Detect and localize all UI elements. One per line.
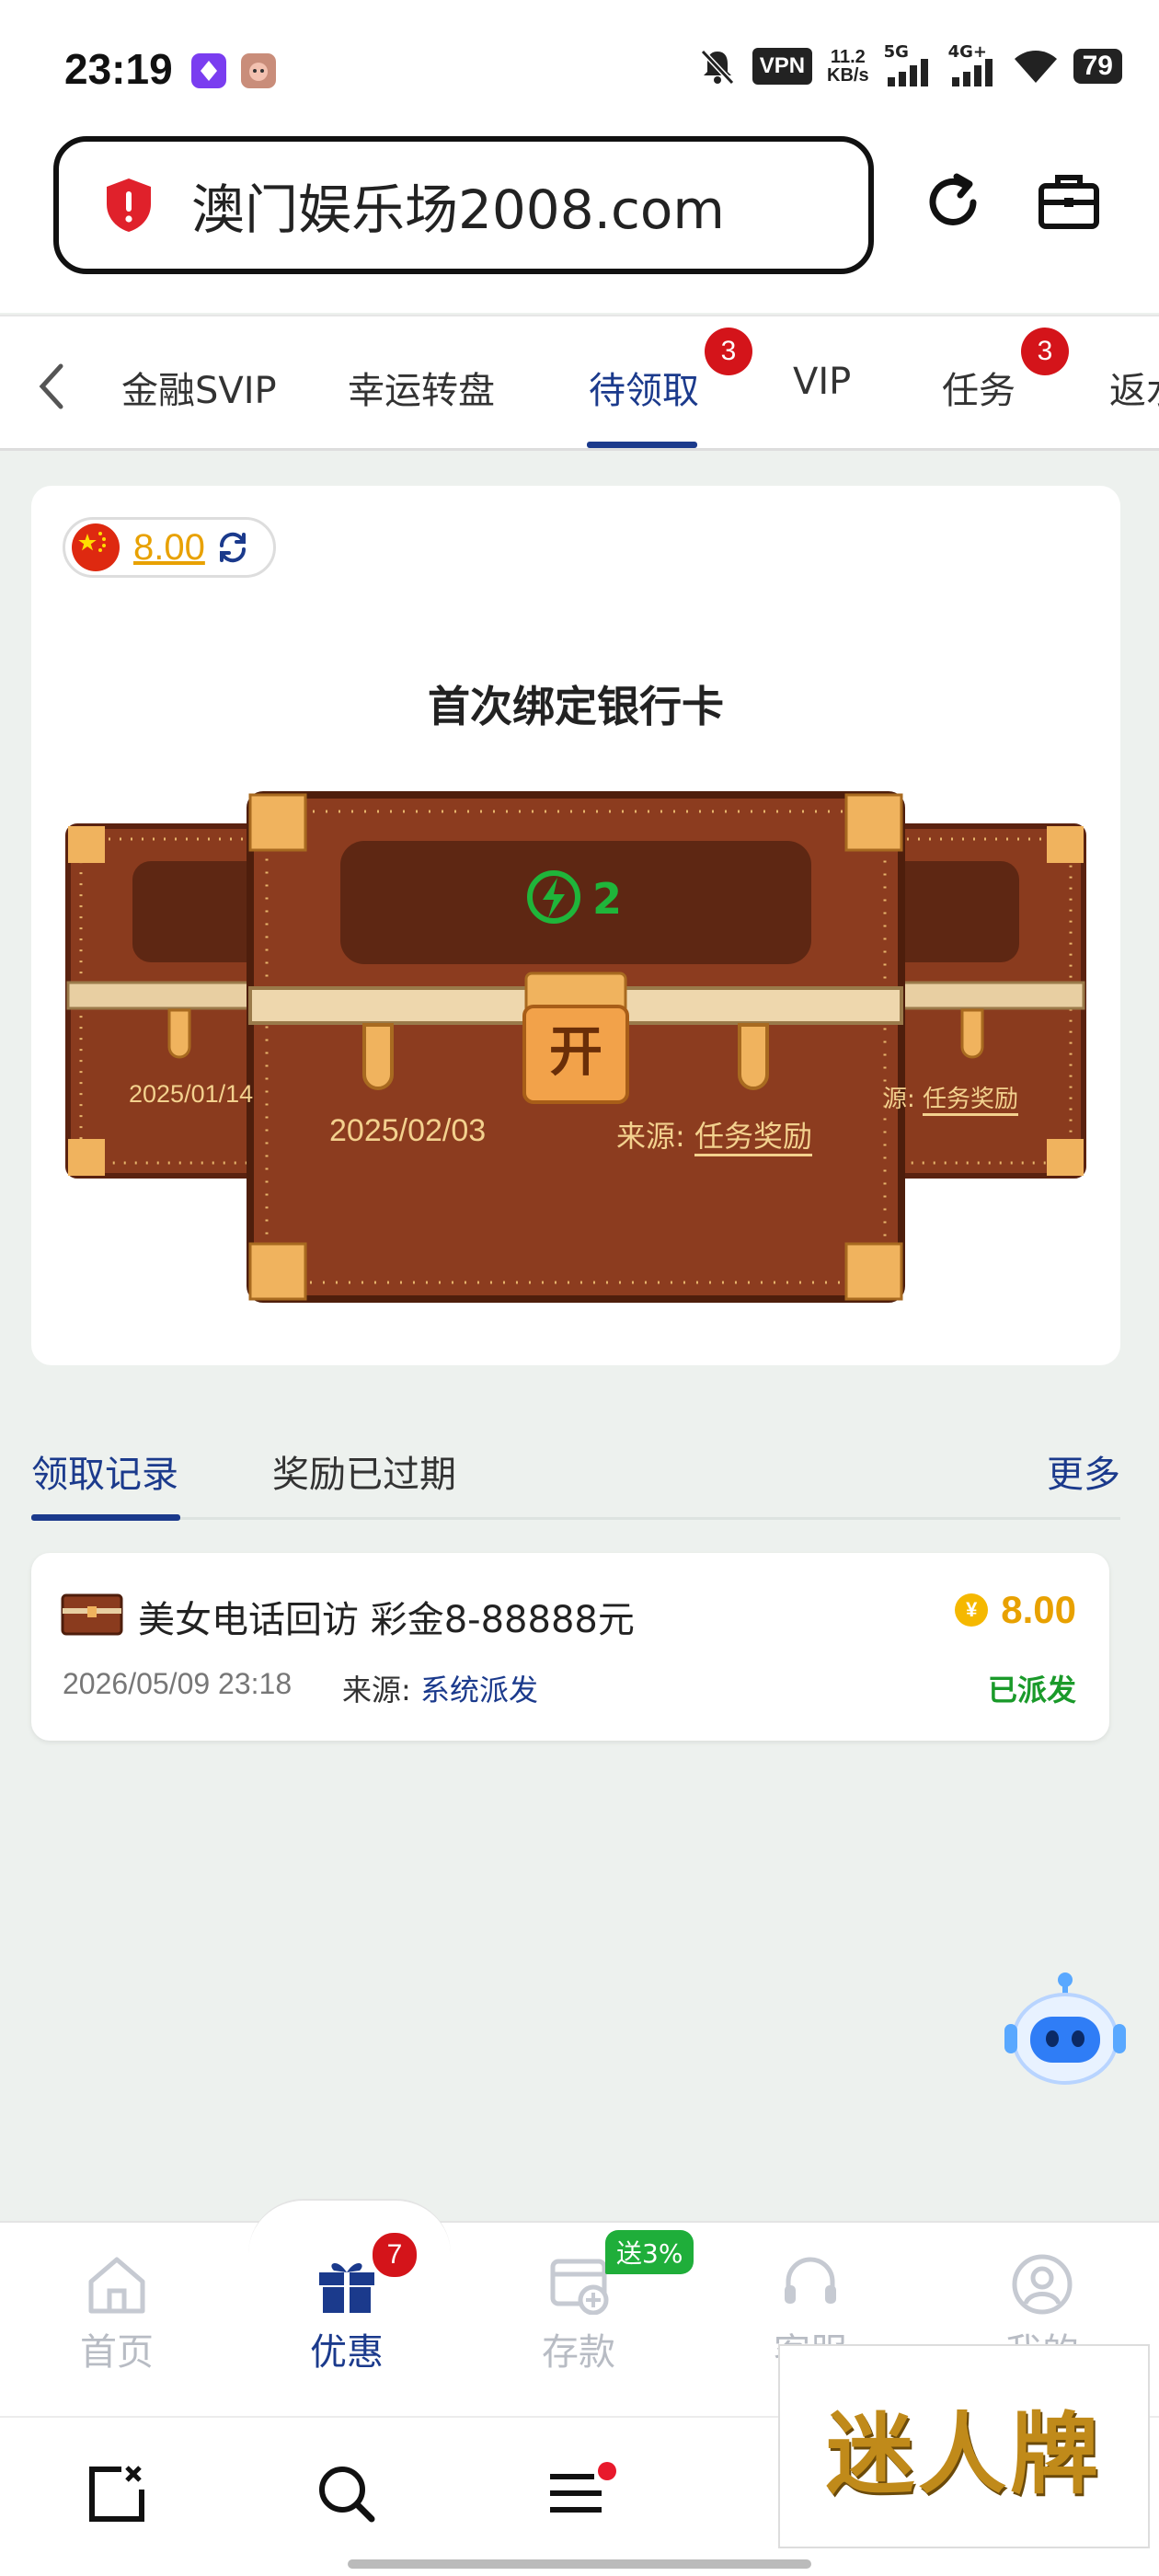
- deposit-icon: [550, 2259, 609, 2316]
- chest-source: 来源: 任务奖励: [616, 1113, 812, 1156]
- user-icon: [1012, 2254, 1073, 2315]
- chest-small-icon: [61, 1593, 123, 1636]
- chest-left-date: 2025/01/14: [129, 1080, 254, 1108]
- record-time: 2026/05/09 23:18: [63, 1667, 293, 1700]
- balance-pill[interactable]: 8.00: [63, 517, 276, 578]
- chest-title: 首次绑定银行卡: [428, 682, 724, 731]
- record-status: 已派发: [987, 1673, 1076, 1708]
- coin-icon: ¥: [955, 1593, 989, 1627]
- treasure-chests: [65, 791, 1086, 1303]
- tab-vip[interactable]: VIP: [793, 361, 851, 403]
- signal-4g: 4G+: [948, 42, 998, 86]
- promo-tabs: 金融SVIP 幸运转盘 待领取 3 VIP 任务 3 返水: [0, 315, 1159, 451]
- search-icon[interactable]: [315, 2462, 377, 2524]
- chest-date: 2025/02/03: [329, 1113, 487, 1148]
- home-indicator[interactable]: [348, 2559, 811, 2569]
- battery-indicator: 79: [1073, 49, 1122, 84]
- tab-lucky-wheel[interactable]: 幸运转盘: [348, 361, 495, 414]
- wifi-icon: [1014, 51, 1057, 83]
- signal-5g: 5G: [884, 42, 934, 86]
- nav-home[interactable]: 首页: [48, 2254, 186, 2375]
- tab-claim-records[interactable]: 领取记录: [31, 1444, 178, 1498]
- tab-expired-rewards[interactable]: 奖励已过期: [272, 1444, 456, 1498]
- url-bar[interactable]: 澳门娱乐场2008.com: [53, 136, 874, 274]
- balance-amount: 8.00: [133, 526, 205, 568]
- headset-icon: [785, 2257, 836, 2304]
- watermark-logo: 迷人牌: [778, 2344, 1150, 2548]
- toolbox-button[interactable]: [1032, 166, 1106, 239]
- record-tabs: 领取记录 奖励已过期 更多: [31, 1417, 1120, 1521]
- status-icons: VPN 11.2 KB/s 5G 4G+ 79: [697, 42, 1122, 86]
- chest-energy-count: 2: [592, 874, 623, 924]
- tab-tasks[interactable]: 任务: [942, 361, 1016, 414]
- record-title: 美女电话回访 彩金8-88888元: [138, 1599, 635, 1641]
- close-tab-icon[interactable]: [85, 2462, 147, 2524]
- chest-right-source: 源: 任务奖励: [883, 1080, 1019, 1116]
- app-avatar-icon: [241, 53, 276, 88]
- reload-icon: [929, 173, 977, 225]
- security-warning-icon[interactable]: [103, 177, 155, 234]
- url-text: 澳门娱乐场2008.com: [191, 178, 725, 241]
- tab-svip[interactable]: 金融SVIP: [121, 361, 277, 414]
- record-source: 来源: 系统派发: [342, 1673, 538, 1708]
- app-notification-icon: [191, 53, 226, 88]
- gift-icon: [319, 2262, 374, 2313]
- briefcase-icon: [1039, 175, 1099, 229]
- deposit-bonus-badge: 送3%: [605, 2230, 694, 2274]
- record-amount: ¥8.00: [955, 1588, 1076, 1632]
- tab-rebate[interactable]: 返水: [1109, 361, 1159, 414]
- chevron-left-icon[interactable]: [35, 362, 68, 410]
- tab-pending-claim[interactable]: 待领取: [589, 361, 699, 414]
- china-flag-icon: [72, 523, 120, 571]
- robot-assistant-icon[interactable]: [1001, 1967, 1130, 2096]
- reload-button[interactable]: [916, 166, 990, 239]
- menu-icon[interactable]: [545, 2462, 618, 2524]
- network-speed: 11.2 KB/s: [827, 47, 869, 86]
- refresh-icon[interactable]: [214, 529, 251, 566]
- vpn-badge: VPN: [752, 48, 813, 85]
- mute-bell-icon: [700, 49, 734, 86]
- promo-badge: 7: [370, 2230, 419, 2280]
- pending-count-badge: 3: [705, 328, 752, 375]
- active-tab-indicator: [587, 442, 697, 448]
- home-icon: [88, 2257, 145, 2314]
- open-chest-button[interactable]: 开: [524, 1008, 627, 1086]
- record-tab-indicator: [31, 1514, 180, 1521]
- record-card[interactable]: [31, 1553, 1109, 1741]
- chest-card: [31, 486, 1120, 1365]
- more-link[interactable]: 更多: [1047, 1444, 1120, 1498]
- tasks-count-badge: 3: [1021, 328, 1069, 375]
- status-time: 23:19: [64, 45, 173, 93]
